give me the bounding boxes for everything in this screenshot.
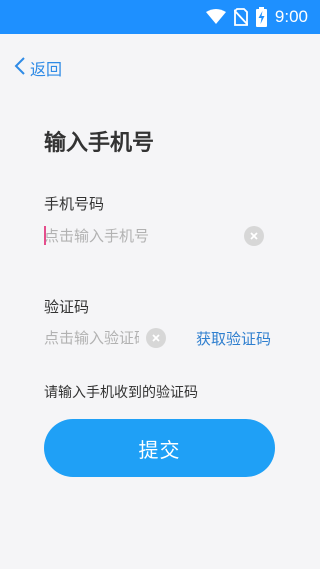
chevron-left-icon — [14, 56, 26, 80]
text-caret — [44, 226, 46, 245]
clear-code-button[interactable] — [146, 328, 166, 348]
status-bar: 9:00 — [0, 0, 320, 34]
code-label: 验证码 — [44, 298, 90, 316]
clear-icon — [152, 334, 160, 342]
back-button[interactable]: 返回 — [14, 56, 62, 80]
back-label: 返回 — [30, 60, 63, 79]
status-time: 9:00 — [274, 7, 308, 26]
submit-button[interactable]: 提交 — [44, 419, 275, 477]
hint-text: 请输入手机收到的验证码 — [44, 385, 198, 401]
get-code-button[interactable]: 获取验证码 — [196, 328, 271, 349]
phone-input[interactable] — [44, 224, 234, 248]
no-sim-icon — [233, 8, 248, 26]
wifi-icon — [205, 9, 226, 25]
page-title: 输入手机号 — [44, 131, 155, 156]
battery-charging-icon — [255, 7, 267, 27]
status-icons: 9:00 — [205, 0, 308, 34]
clear-icon — [250, 232, 258, 240]
code-input[interactable] — [44, 326, 139, 350]
phone-label: 手机号码 — [44, 195, 105, 213]
clear-phone-button[interactable] — [244, 226, 264, 246]
